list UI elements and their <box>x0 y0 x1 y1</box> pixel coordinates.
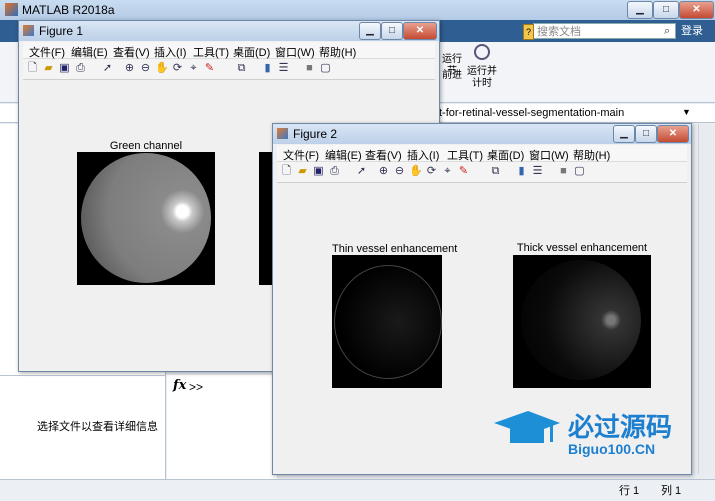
save-icon[interactable]: ▣ <box>58 62 71 75</box>
menu-desktop[interactable]: 桌面(D) <box>233 44 270 60</box>
minimize-button[interactable]: ▁ <box>613 125 635 143</box>
command-prompt[interactable]: >> <box>189 380 203 394</box>
axes-title-thin-vessel: Thin vessel enhancement <box>332 243 458 255</box>
print-icon[interactable]: ⎙ <box>328 165 341 178</box>
menu-window[interactable]: 窗口(W) <box>275 44 315 60</box>
data-cursor-icon[interactable]: ⌖ <box>187 62 200 75</box>
figure-2-menubar: 文件(F) 编辑(E) 查看(V) 插入(I) 工具(T) 桌面(D) 窗口(W… <box>277 145 687 162</box>
run-and-time-button[interactable]: 运行并 计时 <box>466 66 498 90</box>
details-placeholder: 选择文件以查看详细信息 <box>37 421 158 433</box>
maximize-button[interactable]: □ <box>653 1 679 19</box>
green-channel-image <box>77 152 215 285</box>
colorbar-icon[interactable]: ▮ <box>261 62 274 75</box>
close-button[interactable]: ✕ <box>657 125 689 143</box>
new-file-icon[interactable]: 🗋 <box>280 165 293 178</box>
login-link[interactable]: 登录 <box>681 23 703 39</box>
help-icon[interactable]: ? <box>523 24 534 40</box>
matlab-logo-icon <box>5 3 18 16</box>
current-folder-path[interactable]: t-for-retinal-vessel-segmentation-main <box>439 107 624 119</box>
figure-icon <box>23 25 34 36</box>
figure-2-toolbar: 🗋 ▰ ▣ ⎙ ➚ ⊕ ⊖ ✋ ⟳ ⌖ ✎ ⧉ ▮ ☰ ■ ▢ <box>277 162 687 183</box>
search-docs-input[interactable]: 搜索文档 <box>533 23 676 39</box>
open-folder-icon[interactable]: ▰ <box>296 165 309 178</box>
menu-file[interactable]: 文件(F) <box>283 147 319 163</box>
advance-button[interactable]: 前进 <box>438 70 466 82</box>
show-icon[interactable]: ▢ <box>573 165 586 178</box>
menu-view[interactable]: 查看(V) <box>113 44 150 60</box>
zoom-out-icon[interactable]: ⊖ <box>393 165 406 178</box>
menu-view[interactable]: 查看(V) <box>365 147 402 163</box>
status-col: 列 1 <box>661 485 682 497</box>
rotate-icon[interactable]: ⟳ <box>425 165 438 178</box>
scrollbar[interactable] <box>698 124 711 474</box>
brush-icon[interactable]: ✎ <box>457 165 470 178</box>
zoom-in-icon[interactable]: ⊕ <box>123 62 136 75</box>
retina-vessels-thin <box>334 265 442 379</box>
close-button[interactable]: ✕ <box>679 1 714 19</box>
menu-insert[interactable]: 插入(I) <box>407 147 439 163</box>
run-and-time-icon <box>474 44 490 60</box>
axes-title-thick-vessel: Thick vessel enhancement <box>516 242 648 254</box>
zoom-out-icon[interactable]: ⊖ <box>139 62 152 75</box>
status-bar <box>0 479 715 501</box>
figure-1-menubar: 文件(F) 编辑(E) 查看(V) 插入(I) 工具(T) 桌面(D) 窗口(W… <box>23 42 435 59</box>
matlab-title: MATLAB R2018a <box>22 3 115 17</box>
graduation-cap-icon <box>492 409 562 443</box>
menu-tools[interactable]: 工具(T) <box>193 44 229 60</box>
menu-help[interactable]: 帮助(H) <box>573 147 610 163</box>
retina-image <box>81 153 211 283</box>
minimize-button[interactable]: ▁ <box>359 22 381 40</box>
fx-icon: fx <box>173 378 187 393</box>
open-folder-icon[interactable]: ▰ <box>42 62 55 75</box>
pointer-icon[interactable]: ➚ <box>101 62 114 75</box>
figure-1-title: Figure 1 <box>39 24 84 38</box>
thin-vessel-image <box>332 255 442 388</box>
menu-edit[interactable]: 编辑(E) <box>325 147 362 163</box>
show-icon[interactable]: ▢ <box>319 62 332 75</box>
thick-vessel-image <box>513 255 651 388</box>
figure-1-title-bar[interactable]: Figure 1 ▁ □ ✕ <box>19 21 439 41</box>
menu-tools[interactable]: 工具(T) <box>447 147 483 163</box>
figure-2-title-bar[interactable]: Figure 2 ▁ □ ✕ <box>273 124 691 144</box>
figure-icon <box>277 128 288 139</box>
watermark-cn: 必过源码 <box>568 412 673 442</box>
axes-title-green-channel: Green channel <box>109 140 183 152</box>
save-icon[interactable]: ▣ <box>312 165 325 178</box>
zoom-in-icon[interactable]: ⊕ <box>377 165 390 178</box>
menu-desktop[interactable]: 桌面(D) <box>487 147 524 163</box>
menu-insert[interactable]: 插入(I) <box>154 44 186 60</box>
hide-icon[interactable]: ■ <box>557 165 570 178</box>
menu-window[interactable]: 窗口(W) <box>529 147 569 163</box>
menu-help[interactable]: 帮助(H) <box>319 44 356 60</box>
pan-icon[interactable]: ✋ <box>409 165 423 178</box>
retina-vessels-thick <box>521 260 641 380</box>
new-file-icon[interactable]: 🗋 <box>26 62 39 75</box>
print-icon[interactable]: ⎙ <box>74 62 87 75</box>
legend-icon[interactable]: ☰ <box>531 165 544 178</box>
hide-icon[interactable]: ■ <box>303 62 316 75</box>
rotate-icon[interactable]: ⟳ <box>171 62 184 75</box>
data-cursor-icon[interactable]: ⌖ <box>441 165 454 178</box>
status-row: 行 1 <box>619 485 640 497</box>
colorbar-icon[interactable]: ▮ <box>515 165 528 178</box>
watermark-en: Biguo100.CN <box>568 441 656 457</box>
matlab-title-bar: MATLAB R2018a ▁ □ ✕ <box>0 0 715 21</box>
maximize-button[interactable]: □ <box>381 22 403 40</box>
legend-icon[interactable]: ☰ <box>277 62 290 75</box>
menu-edit[interactable]: 编辑(E) <box>71 44 108 60</box>
pointer-icon[interactable]: ➚ <box>355 165 368 178</box>
minimize-button[interactable]: ▁ <box>627 1 653 19</box>
menu-file[interactable]: 文件(F) <box>29 44 65 60</box>
link-icon[interactable]: ⧉ <box>489 165 502 178</box>
figure-2-title: Figure 2 <box>293 127 338 141</box>
pan-icon[interactable]: ✋ <box>155 62 169 75</box>
chevron-down-icon[interactable]: ▼ <box>682 107 691 117</box>
figure-1-toolbar: 🗋 ▰ ▣ ⎙ ➚ ⊕ ⊖ ✋ ⟳ ⌖ ✎ ⧉ ▮ ☰ ■ ▢ <box>23 59 435 80</box>
close-button[interactable]: ✕ <box>403 22 437 40</box>
link-icon[interactable]: ⧉ <box>235 62 248 75</box>
brush-icon[interactable]: ✎ <box>203 62 216 75</box>
maximize-button[interactable]: □ <box>635 125 657 143</box>
search-icon[interactable]: ⌕ <box>664 25 670 38</box>
